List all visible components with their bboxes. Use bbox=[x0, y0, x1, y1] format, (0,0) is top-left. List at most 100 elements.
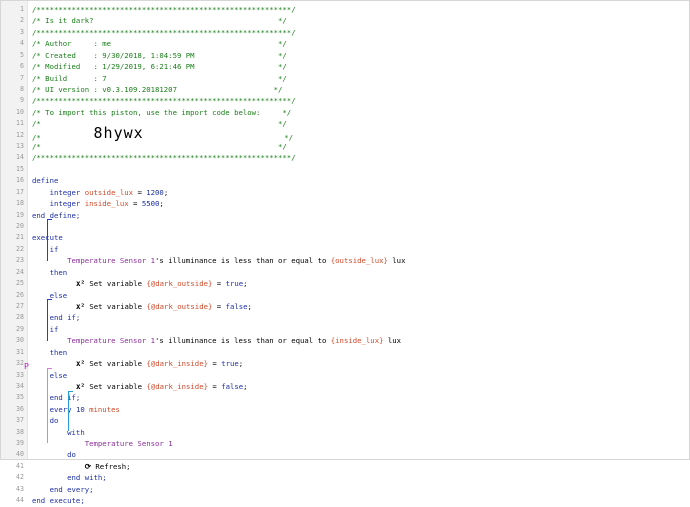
line-number: 5 bbox=[20, 50, 24, 59]
line-number: 25 bbox=[16, 279, 24, 288]
line-number: 26 bbox=[16, 290, 24, 299]
code-token: Set variable bbox=[84, 279, 147, 289]
code-line: 37 do bbox=[1, 415, 689, 426]
code-line: 19 end define; bbox=[1, 210, 689, 221]
variable-icon: x² bbox=[75, 359, 85, 369]
line-number: 23 bbox=[16, 256, 24, 265]
line-content: x² Set variable {@dark_inside} = false; bbox=[32, 381, 248, 392]
code-token: ; bbox=[159, 199, 164, 209]
code-line: 30 Temperature Sensor 1's illuminance is… bbox=[1, 335, 689, 346]
code-token: ; bbox=[163, 187, 169, 197]
line-content: /***************************************… bbox=[32, 152, 296, 163]
line-number: 19 bbox=[16, 210, 24, 219]
every-block-guide-top bbox=[47, 368, 52, 369]
comment-text: /* Modified : 1/29/2019, 6:21:46 PM */ bbox=[32, 62, 287, 72]
line-content: Temperature Sensor 1's illuminance is le… bbox=[32, 255, 405, 266]
line-number: 24 bbox=[16, 267, 24, 276]
line-content: then bbox=[32, 267, 68, 278]
line-number: 12 bbox=[16, 130, 24, 139]
line-content: /***************************************… bbox=[32, 95, 296, 106]
variable-name: inside_lux bbox=[84, 199, 129, 209]
variable-icon: x² bbox=[75, 279, 85, 289]
code-token: Set variable bbox=[84, 381, 147, 391]
code-line: 6 /* Modified : 1/29/2019, 6:21:46 PM */ bbox=[1, 61, 689, 72]
keyword: if bbox=[32, 324, 59, 334]
line-content: x² Set variable {@dark_outside} = false; bbox=[32, 301, 252, 312]
code-line: 28 end if; bbox=[1, 312, 689, 323]
code-line: 41 ⟳ Refresh; bbox=[1, 461, 689, 472]
code-token: ; bbox=[243, 381, 248, 391]
literal-value: false bbox=[225, 301, 248, 311]
line-content: end if; bbox=[32, 392, 81, 403]
code-token: Refresh; bbox=[91, 461, 131, 471]
line-content: end execute; bbox=[32, 495, 85, 506]
line-number: 34 bbox=[16, 381, 24, 390]
line-content: /* Modified : 1/29/2019, 6:21:46 PM */ bbox=[32, 61, 287, 72]
code-token: ; bbox=[247, 301, 252, 311]
piston-code-viewer: 1 /**************************************… bbox=[0, 0, 690, 505]
line-content: then bbox=[32, 347, 68, 358]
keyword: end define; bbox=[32, 210, 81, 220]
line-number: 10 bbox=[16, 107, 24, 116]
line-number: 20 bbox=[16, 222, 24, 231]
code-token: ; bbox=[238, 359, 244, 369]
with-block-guide-top bbox=[68, 391, 73, 392]
code-line: 25 x² Set variable {@dark_outside} = tru… bbox=[1, 278, 689, 289]
code-line: 29 if bbox=[1, 324, 689, 335]
line-content: x² Set variable {@dark_outside} = true; bbox=[32, 278, 248, 289]
keyword: end with; bbox=[32, 473, 107, 483]
line-content: define bbox=[32, 175, 58, 186]
line-number: 43 bbox=[16, 484, 24, 493]
line-content: /* Author : me */ bbox=[32, 38, 287, 49]
line-number: 27 bbox=[16, 301, 24, 310]
keyword: else bbox=[32, 370, 68, 380]
code-token: lux bbox=[387, 256, 406, 266]
code-token: Set variable bbox=[84, 359, 147, 369]
variable-icon: x² bbox=[75, 381, 85, 391]
line-number: 17 bbox=[16, 187, 24, 196]
line-content: /***************************************… bbox=[32, 27, 296, 38]
line-number: 37 bbox=[16, 416, 24, 425]
code-line: 23 Temperature Sensor 1's illuminance is… bbox=[1, 255, 689, 266]
code-line: 17 integer outside_lux = 1200; bbox=[1, 187, 689, 198]
keyword: do bbox=[32, 416, 59, 426]
line-content: end with; bbox=[32, 472, 107, 483]
variable-name: minutes bbox=[84, 404, 120, 414]
comment-text: /* */ bbox=[32, 142, 287, 152]
code-line: 13 /* */ bbox=[1, 141, 689, 152]
line-number: 33 bbox=[16, 370, 24, 379]
comment-text: /* Build : 7 */ bbox=[32, 73, 287, 83]
line-content: integer inside_lux = 5500; bbox=[32, 198, 164, 209]
code-line: 1 /**************************************… bbox=[1, 4, 689, 15]
line-content: do bbox=[32, 415, 59, 426]
literal-value: false bbox=[221, 381, 244, 391]
line-number: 21 bbox=[16, 233, 24, 242]
line-number: 8 bbox=[20, 84, 24, 93]
if-block-guide bbox=[47, 299, 48, 341]
code-line: 26 else bbox=[1, 290, 689, 301]
keyword: end every; bbox=[32, 484, 94, 494]
keyword: end execute; bbox=[32, 496, 85, 506]
code-line: 42 end with; bbox=[1, 472, 689, 483]
literal-value: 10 bbox=[75, 404, 85, 414]
code-line: 44 end execute; bbox=[1, 495, 689, 506]
code-line: 7 /* Build : 7 */ bbox=[1, 73, 689, 84]
comment-text: /* To import this piston, use the import… bbox=[32, 107, 292, 117]
comment-text: /***************************************… bbox=[32, 5, 296, 14]
code-line: 33 else bbox=[1, 370, 689, 381]
line-number: 31 bbox=[16, 347, 24, 356]
type-keyword: integer bbox=[32, 187, 85, 197]
line-content: /* Build : 7 */ bbox=[32, 73, 287, 84]
keyword: do bbox=[32, 450, 76, 460]
code-line: 39 Temperature Sensor 1 bbox=[1, 438, 689, 449]
line-number: 15 bbox=[16, 164, 24, 173]
line-content: if bbox=[32, 244, 59, 255]
comment-text: /***************************************… bbox=[32, 96, 296, 106]
line-number: 7 bbox=[20, 73, 24, 82]
line-number: 35 bbox=[16, 393, 24, 402]
line-number: 18 bbox=[16, 199, 24, 208]
expression-value: {@dark_outside} bbox=[146, 301, 213, 311]
